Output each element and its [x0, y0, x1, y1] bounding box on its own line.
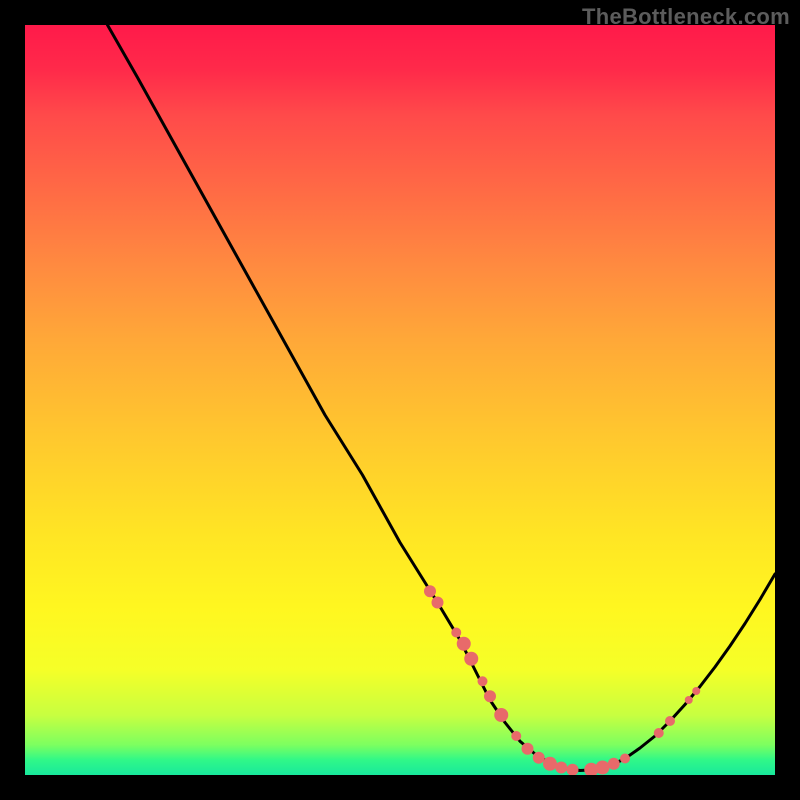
data-marker — [654, 728, 664, 738]
data-marker — [464, 652, 478, 666]
data-marker — [478, 676, 488, 686]
data-marker — [424, 585, 436, 597]
data-marker — [567, 764, 579, 775]
data-marker — [685, 696, 693, 704]
data-marker — [511, 731, 521, 741]
data-marker — [665, 716, 675, 726]
chart-container: TheBottleneck.com — [0, 0, 800, 800]
data-marker — [522, 743, 534, 755]
curve-layer — [25, 25, 775, 775]
data-marker — [692, 687, 700, 695]
data-marker — [484, 690, 496, 702]
data-marker — [451, 628, 461, 638]
bottleneck-curve — [108, 25, 776, 771]
curve-group — [108, 25, 776, 771]
data-marker — [432, 597, 444, 609]
data-marker — [596, 761, 610, 775]
data-marker — [608, 758, 620, 770]
data-marker — [620, 754, 630, 764]
data-marker — [457, 637, 471, 651]
data-marker — [533, 752, 545, 764]
data-marker — [555, 762, 567, 774]
plot-area — [25, 25, 775, 775]
watermark-label: TheBottleneck.com — [582, 4, 790, 30]
marker-group — [424, 585, 700, 775]
data-marker — [494, 708, 508, 722]
data-marker — [543, 757, 557, 771]
